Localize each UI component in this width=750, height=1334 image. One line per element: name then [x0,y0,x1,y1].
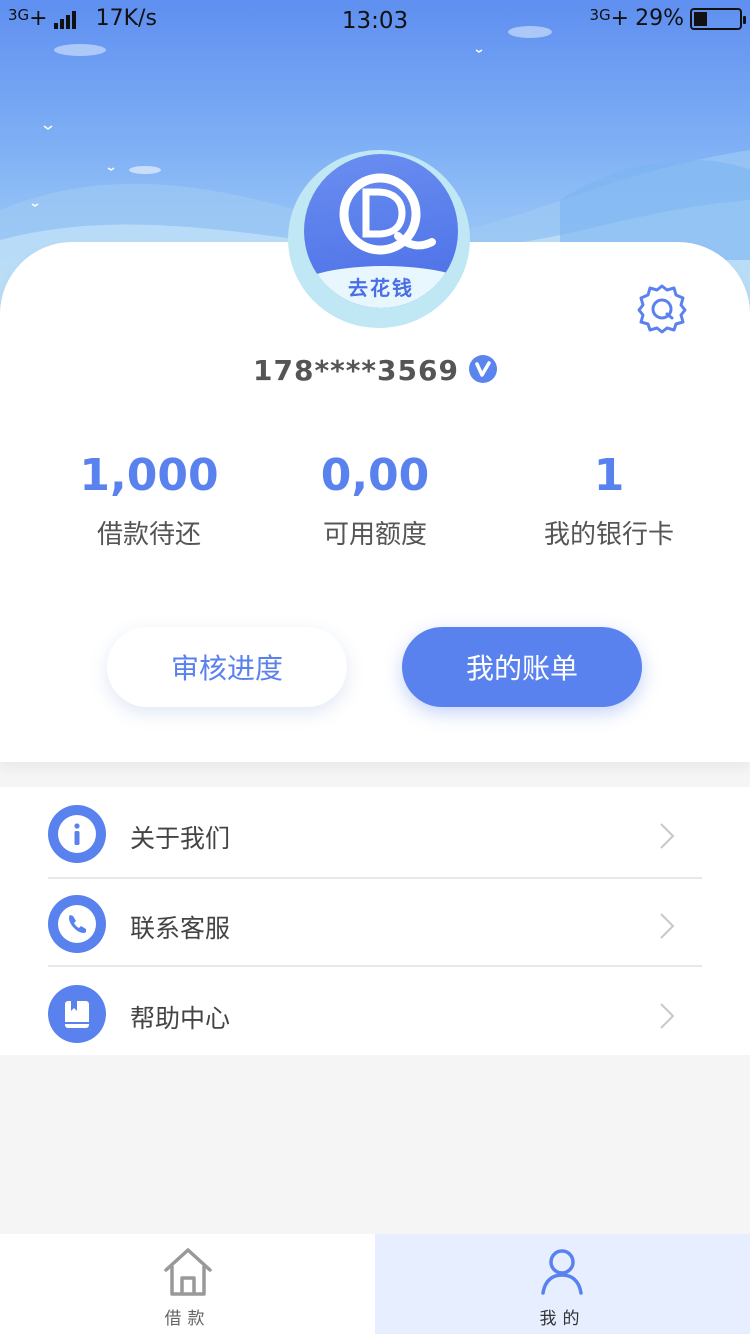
user-phone: 178****3569 [253,354,459,387]
battery-fill [694,11,707,26]
battery-percent: 29% [635,6,684,31]
stat-label: 借款待还 [96,520,201,550]
stat-value: 1 [593,450,625,501]
status-bar: 3G+ 17K/s 13:03 3G+ 29% [0,0,750,40]
tab-mine[interactable]: 我的 [375,1234,750,1334]
menu-item-about[interactable]: 关于我们 [0,789,750,877]
dq-logo-icon [339,173,436,255]
user-icon [541,1249,583,1295]
verified-badge [468,355,497,383]
verified-icon [475,361,491,377]
user-phone-row: 178****3569 [0,354,750,387]
review-progress-button[interactable]: 审核进度 [107,627,347,707]
avatar: 去花钱 [288,150,470,328]
menu-item-label: 帮助中心 [130,1004,231,1033]
network-type-right: 3G+ [589,6,629,31]
stat-value: 1,000 [79,450,219,501]
stat-loan-due[interactable]: 1,000 借款待还 [24,450,274,551]
menu-item-label: 联系客服 [130,914,231,943]
info-icon [48,805,106,863]
tab-loan[interactable]: 借款 [0,1234,375,1334]
tab-label: 我的 [539,1309,586,1329]
menu-item-label: 关于我们 [130,824,231,853]
tab-label: 借款 [164,1309,211,1329]
brand-logo: 去花钱 [304,154,458,308]
settings-gear-icon[interactable] [636,282,688,334]
stat-available-credit[interactable]: 0,00 可用额度 [250,450,500,551]
battery-icon [690,7,746,30]
chevron-right-icon [660,1003,675,1029]
stat-label: 可用额度 [322,520,427,550]
stat-label: 我的银行卡 [543,520,674,550]
network-plus-right: + [610,6,630,31]
brand-name: 去花钱 [348,276,414,300]
menu-item-customer-service[interactable]: 联系客服 [0,879,750,967]
chevron-right-icon [660,823,675,849]
home-icon [164,1248,212,1296]
divider [48,965,702,967]
status-right: 3G+ 29% [589,6,746,31]
my-bill-button[interactable]: 我的账单 [402,627,642,707]
phone-icon [48,895,106,953]
stat-bank-cards[interactable]: 1 我的银行卡 [484,450,734,551]
menu-item-help-center[interactable]: 帮助中心 [0,969,750,1057]
chevron-right-icon [660,913,675,939]
stat-value: 0,00 [320,450,430,501]
menu-list: 关于我们 联系客服 帮助中心 [0,787,750,1055]
network-label-right: 3G [589,6,611,24]
bottom-tab-bar: 借款 我的 [0,1234,750,1334]
book-icon [48,985,106,1043]
